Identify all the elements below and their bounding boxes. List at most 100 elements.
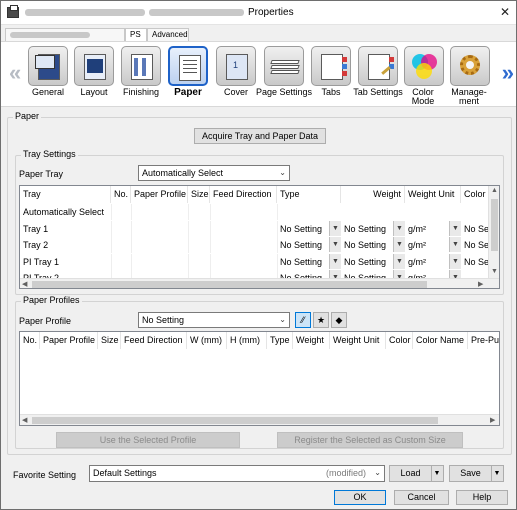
scroll-thumb[interactable] xyxy=(32,281,427,288)
col-no[interactable]: No. xyxy=(111,186,131,203)
tab-cover[interactable]: 1 Cover xyxy=(213,46,259,106)
dropdown-arrow-icon[interactable]: ▼ xyxy=(431,466,443,481)
col-weight[interactable]: Weight xyxy=(293,332,330,349)
scroll-up-icon[interactable]: ▲ xyxy=(491,187,498,194)
color-value[interactable]: No Se xyxy=(461,221,491,237)
tab-general[interactable]: General xyxy=(25,46,71,106)
col-size[interactable]: Size xyxy=(188,186,210,203)
chevron-down-icon[interactable]: ▼ xyxy=(449,254,461,269)
table-row[interactable]: Automatically Select xyxy=(20,204,490,220)
redacted-printer-name xyxy=(25,9,145,16)
scroll-thumb[interactable] xyxy=(32,417,438,424)
chevron-down-icon[interactable]: ▼ xyxy=(393,237,405,252)
ok-button[interactable]: OK xyxy=(334,490,386,505)
chevron-down-icon[interactable]: ▼ xyxy=(449,221,461,236)
col-color[interactable]: Color xyxy=(461,186,491,203)
col-paper-profile[interactable]: Paper Profile xyxy=(131,186,188,203)
dropdown-arrow-icon[interactable]: ▼ xyxy=(491,466,503,481)
scroll-left-icon[interactable]: ◀ xyxy=(22,280,27,288)
scroll-down-icon[interactable]: ▼ xyxy=(491,268,498,275)
tab-ps[interactable]: PS xyxy=(125,28,147,42)
table-row[interactable]: Tray 1 No Setting ▼ No Setting ▼ g/m² ▼ No Se xyxy=(20,221,490,237)
col-weight-unit[interactable]: Weight Unit xyxy=(405,186,461,203)
scroll-left-icon[interactable]: « xyxy=(9,60,21,86)
weight-unit-dropdown[interactable]: g/m² ▼ xyxy=(405,254,461,269)
col-feed-direction[interactable]: Feed Direction xyxy=(210,186,277,203)
scroll-right-icon[interactable]: » xyxy=(502,60,514,86)
tag-icon[interactable]: ◆ xyxy=(331,312,347,328)
save-split-button[interactable]: Save ▼ xyxy=(449,465,504,482)
type-dropdown[interactable]: No Setting ▼ xyxy=(277,237,341,252)
tab-tabs[interactable]: Tabs xyxy=(308,46,354,106)
weight-unit-value: g/m² xyxy=(408,257,426,267)
type-dropdown[interactable]: No Setting ▼ xyxy=(277,254,341,269)
table-row[interactable]: PI Tray 1 No Setting ▼ No Setting ▼ g/m² ▼ No S… xyxy=(20,254,490,270)
profile-tool-buttons: ⁄⁄ ★ ◆ xyxy=(295,312,355,328)
col-no[interactable]: No. xyxy=(20,332,40,349)
col-type[interactable]: Type xyxy=(267,332,293,349)
tray-table-hscroll[interactable]: ◀ ▶ xyxy=(20,278,499,288)
save-button[interactable]: Save xyxy=(450,466,492,481)
color-value[interactable]: No Se xyxy=(461,237,491,253)
weight-value: No Setting xyxy=(344,257,387,267)
weight-dropdown[interactable]: No Setting ▼ xyxy=(341,221,405,236)
col-size[interactable]: Size xyxy=(98,332,121,349)
acquire-tray-paper-button[interactable]: Acquire Tray and Paper Data xyxy=(194,128,326,144)
register-custom-size-button[interactable]: Register the Selected as Custom Size xyxy=(277,432,463,448)
chevron-down-icon[interactable]: ▼ xyxy=(329,221,341,236)
chevron-down-icon[interactable]: ▼ xyxy=(393,221,405,236)
paper-profile-select[interactable]: No Setting ⌄ xyxy=(138,312,290,328)
star-icon[interactable]: ★ xyxy=(313,312,329,328)
col-tray[interactable]: Tray xyxy=(20,186,111,203)
profiles-table-hscroll[interactable]: ◀ ▶ xyxy=(20,414,499,425)
close-icon[interactable]: ✕ xyxy=(500,5,510,19)
tab-tab-settings[interactable]: Tab Settings xyxy=(353,46,403,106)
col-weight[interactable]: Weight xyxy=(341,186,405,203)
col-height-mm[interactable]: H (mm) xyxy=(227,332,267,349)
tab-finishing[interactable]: Finishing xyxy=(118,46,164,106)
chevron-down-icon[interactable]: ▼ xyxy=(449,237,461,252)
col-type[interactable]: Type xyxy=(277,186,341,203)
help-button[interactable]: Help xyxy=(456,490,508,505)
col-color-name[interactable]: Color Name xyxy=(413,332,468,349)
load-split-button[interactable]: Load ▼ xyxy=(389,465,444,482)
paper-tray-select[interactable]: Automatically Select ⌄ xyxy=(138,165,290,181)
table-row[interactable]: Tray 2 No Setting ▼ No Setting ▼ g/m² ▼ No Se xyxy=(20,237,490,253)
chevron-down-icon[interactable]: ▼ xyxy=(393,254,405,269)
weight-dropdown[interactable]: No Setting ▼ xyxy=(341,237,405,252)
scroll-right-icon[interactable]: ▶ xyxy=(478,280,483,288)
weight-unit-dropdown[interactable]: g/m² ▼ xyxy=(405,237,461,252)
color-value[interactable]: No Se xyxy=(461,254,491,270)
load-button[interactable]: Load xyxy=(390,466,432,481)
tray-table-vscroll[interactable]: ▲ ▼ xyxy=(488,186,499,279)
scroll-left-icon[interactable]: ◀ xyxy=(22,416,27,424)
cancel-button[interactable]: Cancel xyxy=(394,490,449,505)
paper-tray-label: Paper Tray xyxy=(19,169,64,179)
tab-color-mode[interactable]: Color Mode xyxy=(401,46,447,106)
weight-dropdown[interactable]: No Setting ▼ xyxy=(341,254,405,269)
scroll-thumb[interactable] xyxy=(491,199,498,251)
tab-management[interactable]: Manage-ment xyxy=(447,46,493,106)
col-color[interactable]: Color xyxy=(386,332,413,349)
tab-paper[interactable]: Paper xyxy=(164,46,212,106)
weight-unit-dropdown[interactable]: g/m² ▼ xyxy=(405,221,461,236)
tab-blurred[interactable] xyxy=(5,28,125,41)
col-weight-unit[interactable]: Weight Unit xyxy=(330,332,386,349)
col-feed-direction[interactable]: Feed Direction xyxy=(121,332,187,349)
tab-layout[interactable]: Layout xyxy=(71,46,117,106)
type-dropdown[interactable]: No Setting ▼ xyxy=(277,221,341,236)
filter-icon[interactable]: ⁄⁄ xyxy=(295,312,311,328)
printer-app-icon xyxy=(7,5,19,18)
col-pre-punched[interactable]: Pre-Pun xyxy=(468,332,499,349)
use-selected-profile-button[interactable]: Use the Selected Profile xyxy=(56,432,240,448)
chevron-down-icon[interactable]: ▼ xyxy=(329,254,341,269)
col-paper-profile[interactable]: Paper Profile xyxy=(40,332,98,349)
tab-page-settings[interactable]: Page Settings xyxy=(255,46,313,106)
col-width-mm[interactable]: W (mm) xyxy=(187,332,227,349)
tab-advanced[interactable]: Advanced xyxy=(147,28,189,41)
favorite-setting-select[interactable]: Default Settings (modified) ⌄ xyxy=(89,465,385,482)
scroll-right-icon[interactable]: ▶ xyxy=(490,416,495,424)
chevron-down-icon[interactable]: ▼ xyxy=(329,237,341,252)
favorite-setting-value: Default Settings xyxy=(93,468,157,478)
tray-name: Automatically Select xyxy=(23,207,105,217)
